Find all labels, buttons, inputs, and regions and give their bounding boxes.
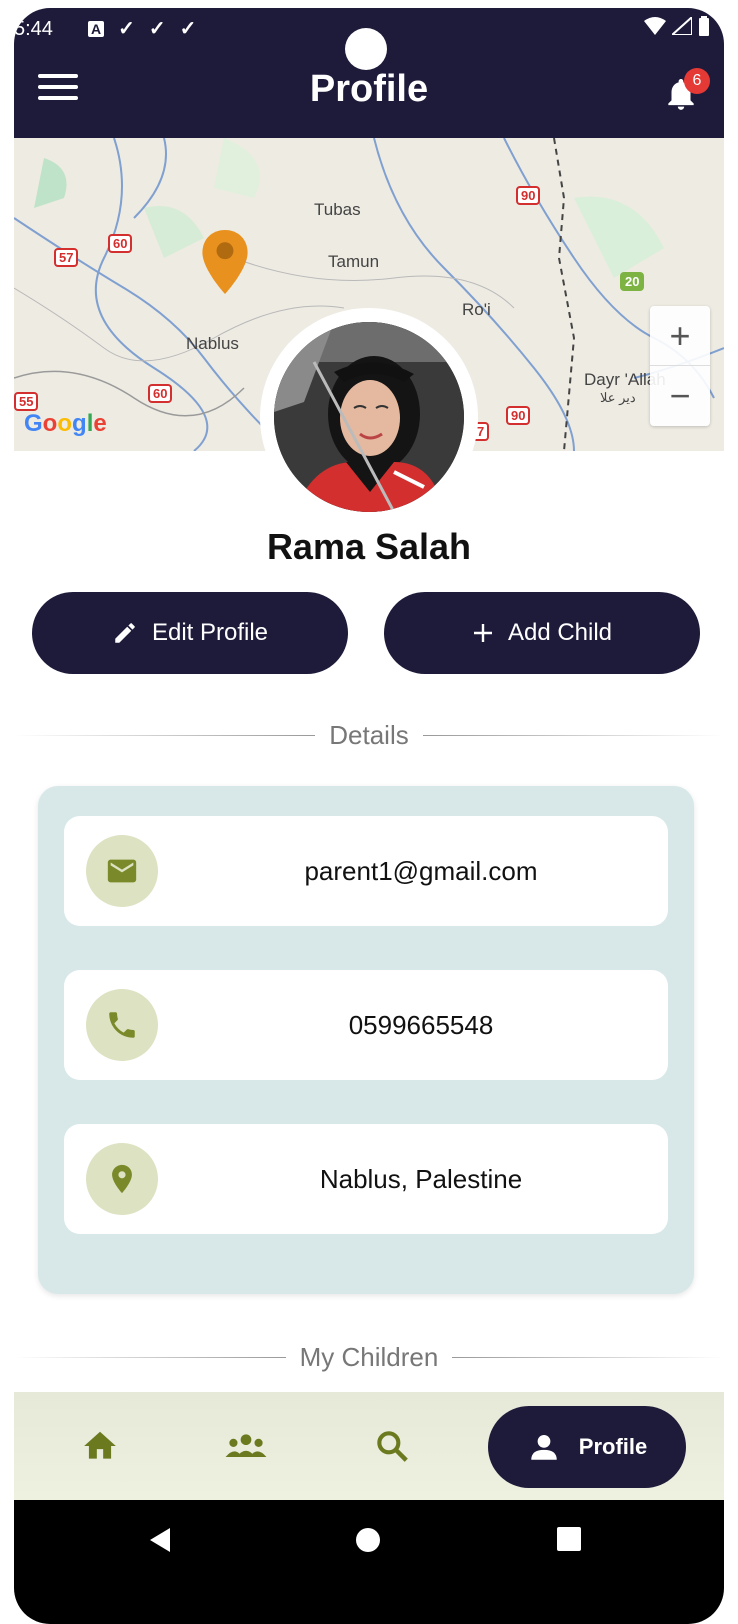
status-icon: ✓ xyxy=(179,18,197,40)
map-label-dayr-allah-ar: دير علا xyxy=(600,390,636,405)
email-row[interactable]: parent1@gmail.com xyxy=(64,816,668,926)
map-pin-icon[interactable] xyxy=(202,230,248,299)
children-divider: My Children xyxy=(14,1342,724,1373)
road-sign: 57 xyxy=(54,248,79,267)
road-sign: 60 xyxy=(108,234,133,253)
map-label-tubas: Tubas xyxy=(314,200,361,219)
nav-home[interactable] xyxy=(70,1418,130,1474)
nav-group[interactable] xyxy=(216,1418,276,1474)
notification-button[interactable]: 6 xyxy=(662,68,710,116)
home-circle-icon[interactable] xyxy=(354,1526,382,1554)
nav-search[interactable] xyxy=(362,1418,422,1474)
location-pin-icon xyxy=(86,1143,158,1215)
profile-name: Rama Salah xyxy=(266,526,472,567)
road-sign: 60 xyxy=(148,384,173,403)
avatar-photo xyxy=(274,322,464,512)
camera-cutout xyxy=(345,28,387,70)
status-icon: A xyxy=(88,20,105,37)
page-title: Profile xyxy=(309,68,429,110)
email-value: parent1@gmail.com xyxy=(304,856,538,886)
status-system-icons xyxy=(644,16,710,36)
location-value: Nablus, Palestine xyxy=(319,1164,523,1194)
group-icon xyxy=(225,1434,267,1457)
status-icon: ✓ xyxy=(148,18,166,40)
search-icon xyxy=(377,1431,408,1462)
map-zoom-controls: + − xyxy=(650,306,710,426)
pencil-icon xyxy=(115,623,135,643)
map-label-roi: Ro'i xyxy=(462,300,491,319)
nav-profile-label: Profile xyxy=(578,1434,648,1459)
road-sign: 90 xyxy=(506,406,531,425)
location-marker xyxy=(202,230,248,294)
status-time: 5:44 xyxy=(14,18,53,40)
google-logo: Google xyxy=(24,410,107,437)
phone-icon xyxy=(86,989,158,1061)
edit-profile-label: Edit Profile xyxy=(151,619,269,646)
children-heading: My Children xyxy=(299,1342,439,1372)
notification-badge: 6 xyxy=(684,68,710,94)
home-icon xyxy=(84,1431,116,1459)
map-label-nablus: Nablus xyxy=(186,334,239,353)
location-row[interactable]: Nablus, Palestine xyxy=(64,1124,668,1234)
phone-row[interactable]: 0599665548 xyxy=(64,970,668,1080)
phone-value: 0599665548 xyxy=(348,1010,494,1040)
status-icon: ✓ xyxy=(118,18,135,40)
battery-icon xyxy=(699,16,709,36)
recents-icon[interactable] xyxy=(556,1526,582,1552)
road-sign: 20 xyxy=(620,272,645,291)
zoom-out-button[interactable]: − xyxy=(650,366,710,426)
zoom-in-button[interactable]: + xyxy=(650,306,710,366)
road-sign: 55 xyxy=(14,392,39,411)
bottom-navigation: Profile xyxy=(14,1392,724,1500)
add-child-button[interactable]: Add Child xyxy=(384,592,700,674)
details-card: parent1@gmail.com 0599665548 Nablus, Pal… xyxy=(38,786,694,1294)
system-navigation-bar xyxy=(14,1500,724,1624)
nav-profile[interactable]: Profile xyxy=(488,1406,686,1488)
details-heading: Details xyxy=(329,720,409,750)
app-header: 5:44 A ✓ ✓ ✓ Profile 6 xyxy=(14,8,724,138)
email-icon xyxy=(86,835,158,907)
person-icon xyxy=(531,1434,557,1460)
avatar[interactable] xyxy=(260,308,478,526)
phone-screen: 5:44 A ✓ ✓ ✓ Profile 6 Tubas Tamun Nablu… xyxy=(14,8,724,1624)
edit-profile-button[interactable]: Edit Profile xyxy=(32,592,348,674)
add-child-label: Add Child xyxy=(507,619,613,646)
wifi-icon xyxy=(644,17,666,35)
road-sign: 90 xyxy=(516,186,541,205)
back-icon[interactable] xyxy=(148,1526,174,1554)
status-notification-icons: A ✓ ✓ ✓ xyxy=(88,16,196,41)
details-divider: Details xyxy=(14,720,724,751)
map-label-tamun: Tamun xyxy=(328,252,380,271)
plus-icon xyxy=(473,624,492,642)
signal-icon xyxy=(672,17,692,35)
